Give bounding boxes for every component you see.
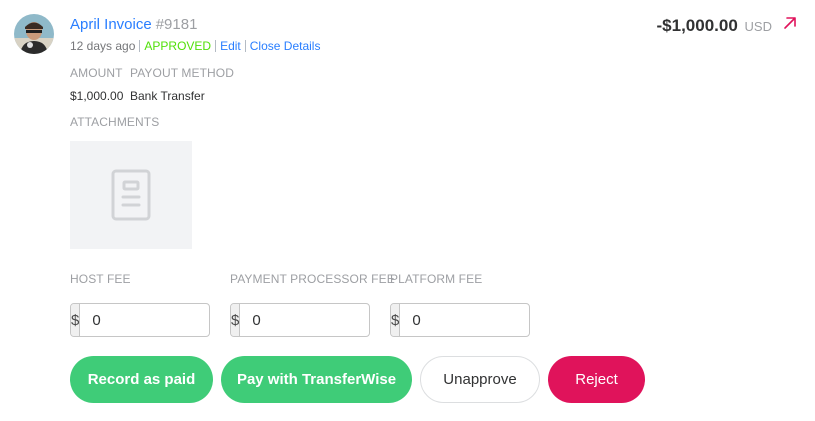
reject-button[interactable]: Reject (548, 356, 645, 403)
currency-prefix: $ (391, 304, 401, 336)
amount-label: AMOUNT (70, 66, 123, 80)
expense-title-link[interactable]: April Invoice (70, 16, 152, 33)
attachments-label: ATTACHMENTS (70, 115, 160, 129)
divider (139, 40, 141, 52)
host-fee-field: $ (70, 303, 210, 337)
record-as-paid-button[interactable]: Record as paid (70, 356, 213, 403)
expense-title-row: April Invoice #9181 (70, 16, 197, 34)
attachment-thumbnail[interactable] (70, 141, 192, 249)
payment-processor-fee-field: $ (230, 303, 370, 337)
currency-prefix: $ (71, 304, 81, 336)
expense-total: -$1,000.00 USD (657, 16, 772, 37)
total-amount: -$1,000.00 (656, 16, 738, 35)
amount-value: $1,000.00 (70, 89, 124, 103)
expense-meta: 12 days ago APPROVED Edit Close Details (70, 39, 320, 54)
avatar[interactable] (14, 14, 54, 54)
document-icon (111, 169, 151, 221)
currency-code: USD (744, 19, 772, 34)
pay-with-transferwise-button[interactable]: Pay with TransferWise (221, 356, 412, 403)
unapprove-button[interactable]: Unapprove (420, 356, 540, 403)
expense-age: 12 days ago (70, 39, 136, 53)
host-fee-input[interactable] (80, 304, 209, 336)
payment-processor-fee-input[interactable] (240, 304, 369, 336)
payout-method-label: PAYOUT METHOD (130, 66, 234, 80)
currency-prefix: $ (231, 304, 241, 336)
arrow-up-right-icon (784, 17, 796, 29)
edit-link[interactable]: Edit (220, 39, 241, 53)
divider (215, 40, 217, 52)
payout-method-value: Bank Transfer (130, 89, 205, 103)
invoice-number: #9181 (155, 16, 198, 33)
close-details-link[interactable]: Close Details (250, 39, 321, 53)
platform-fee-input[interactable] (400, 304, 529, 336)
divider (244, 40, 246, 52)
status-badge: APPROVED (144, 39, 212, 53)
platform-fee-field: $ (390, 303, 530, 337)
platform-fee-label: PLATFORM FEE (390, 272, 483, 286)
host-fee-label: HOST FEE (70, 272, 131, 286)
payment-processor-fee-label: PAYMENT PROCESSOR FEE (230, 272, 395, 286)
